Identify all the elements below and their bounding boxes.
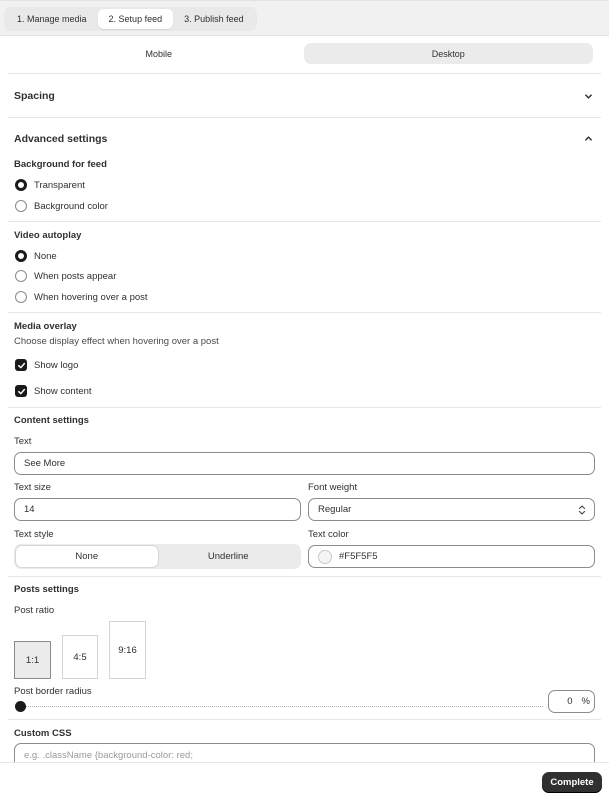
- divider: [8, 117, 601, 118]
- checkmark-icon: [17, 362, 25, 368]
- divider: [8, 73, 601, 74]
- chevron-up-icon[interactable]: [584, 134, 593, 143]
- text-style-none[interactable]: None: [16, 546, 158, 567]
- step-bar: 1. Manage media 2. Setup feed 3. Publish…: [0, 0, 609, 36]
- divider: [8, 407, 601, 408]
- color-swatch[interactable]: [318, 549, 332, 564]
- border-radius-slider-thumb[interactable]: [15, 701, 26, 712]
- checkbox-label: Show logo: [34, 359, 79, 371]
- post-ratio-label: Post ratio: [14, 605, 55, 616]
- content-group-title: Content settings: [14, 415, 89, 426]
- text-size-label: Text size: [14, 482, 51, 493]
- radio-button[interactable]: [15, 200, 27, 212]
- checkbox[interactable]: [15, 385, 27, 397]
- ratio-1-1[interactable]: 1:1: [14, 641, 51, 679]
- divider: [8, 312, 601, 313]
- text-color-label: Text color: [308, 529, 349, 540]
- radio-autoplay-none[interactable]: None: [15, 250, 57, 262]
- radio-button[interactable]: [15, 270, 27, 282]
- divider: [8, 576, 601, 577]
- text-size-input[interactable]: 14: [14, 498, 301, 521]
- radio-button[interactable]: [15, 291, 27, 303]
- device-tabs: Mobile Desktop: [14, 43, 593, 64]
- radio-label: When hovering over a post: [34, 291, 148, 303]
- step-publish-feed[interactable]: 3. Publish feed: [173, 9, 255, 29]
- border-radius-slider-track[interactable]: [20, 706, 543, 707]
- checkbox[interactable]: [15, 359, 27, 371]
- font-weight-select[interactable]: Regular: [308, 498, 595, 521]
- advanced-section-header[interactable]: Advanced settings: [14, 133, 107, 145]
- step-manage-media[interactable]: 1. Manage media: [6, 9, 98, 29]
- border-radius-label: Post border radius: [14, 686, 92, 697]
- divider: [8, 719, 601, 720]
- text-style-underline[interactable]: Underline: [158, 546, 300, 567]
- checkmark-icon: [17, 388, 25, 394]
- radio-label: Transparent: [34, 179, 85, 191]
- chevron-down-icon[interactable]: [584, 92, 593, 101]
- autoplay-group-title: Video autoplay: [14, 230, 82, 241]
- radio-transparent[interactable]: Transparent: [15, 179, 85, 191]
- ratio-4-5[interactable]: 4:5: [62, 635, 98, 679]
- radio-button[interactable]: [15, 250, 27, 262]
- checkbox-show-logo[interactable]: Show logo: [15, 359, 78, 371]
- step-tabs: 1. Manage media 2. Setup feed 3. Publish…: [4, 7, 257, 31]
- posts-group-title: Posts settings: [14, 584, 79, 595]
- checkbox-show-content[interactable]: Show content: [15, 385, 92, 397]
- step-setup-feed[interactable]: 2. Setup feed: [97, 9, 174, 29]
- radio-button[interactable]: [15, 179, 27, 191]
- radio-autoplay-hover[interactable]: When hovering over a post: [15, 291, 148, 303]
- border-radius-value: 0: [567, 696, 573, 707]
- footer-bar: Complete: [0, 762, 609, 799]
- background-group-title: Background for feed: [14, 159, 107, 170]
- text-color-input[interactable]: #F5F5F5: [308, 545, 595, 568]
- text-style-label: Text style: [14, 529, 54, 540]
- text-style-segmented: None Underline: [14, 544, 301, 569]
- divider: [8, 221, 601, 222]
- border-radius-unit: %: [581, 696, 590, 707]
- text-label: Text: [14, 436, 32, 447]
- tab-mobile[interactable]: Mobile: [14, 43, 304, 64]
- radio-label: When posts appear: [34, 270, 117, 282]
- border-radius-input[interactable]: 0 %: [548, 690, 595, 713]
- font-weight-label: Font weight: [308, 482, 358, 493]
- text-input[interactable]: See More: [14, 452, 595, 475]
- text-color-value: #F5F5F5: [339, 551, 378, 562]
- select-arrows-icon: [578, 505, 586, 515]
- custom-css-title: Custom CSS: [14, 728, 72, 739]
- overlay-group-title: Media overlay: [14, 321, 77, 332]
- radio-autoplay-appear[interactable]: When posts appear: [15, 270, 116, 282]
- radio-label: Background color: [34, 200, 108, 212]
- tab-desktop[interactable]: Desktop: [303, 43, 593, 64]
- overlay-help-text: Choose display effect when hovering over…: [14, 336, 219, 347]
- font-weight-value: Regular: [318, 504, 352, 515]
- radio-label: None: [34, 250, 57, 262]
- checkbox-label: Show content: [34, 385, 92, 397]
- radio-background-color[interactable]: Background color: [15, 200, 108, 212]
- ratio-9-16[interactable]: 9:16: [109, 621, 146, 679]
- complete-button[interactable]: Complete: [542, 772, 602, 793]
- spacing-section-header[interactable]: Spacing: [14, 90, 55, 102]
